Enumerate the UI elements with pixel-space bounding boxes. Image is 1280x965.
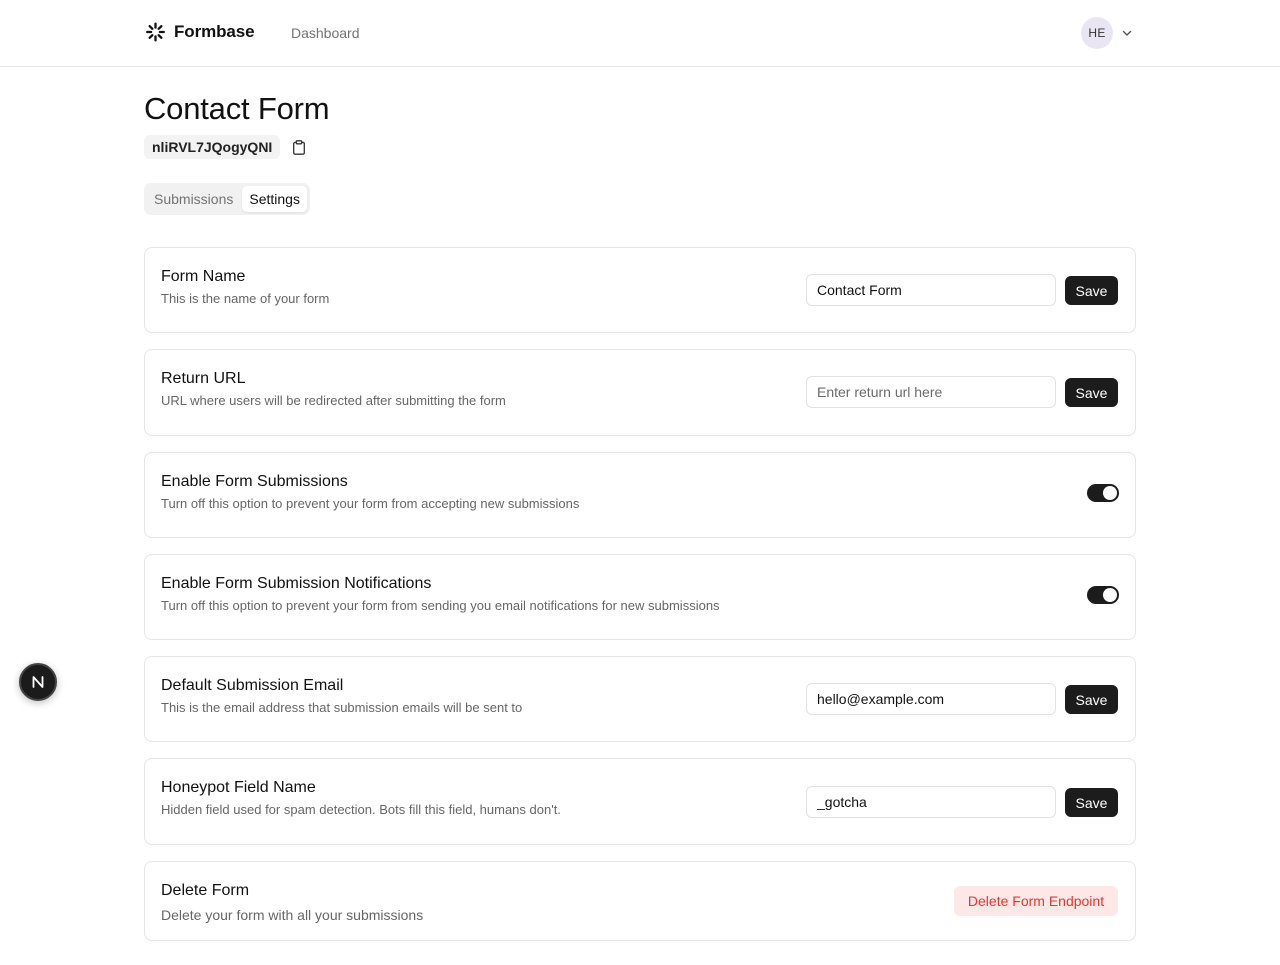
default-email-input[interactable] <box>806 683 1056 715</box>
chevron-down-icon[interactable] <box>1121 27 1133 39</box>
brand[interactable]: Formbase <box>145 21 255 43</box>
enable-notifications-description: Turn off this option to prevent your for… <box>161 598 720 613</box>
tab-list: Submissions Settings <box>144 183 310 215</box>
return-url-description: URL where users will be redirected after… <box>161 393 506 408</box>
delete-form-title: Delete Form <box>161 882 250 899</box>
nav-link-dashboard[interactable]: Dashboard <box>291 25 360 41</box>
return-url-card: Return URL URL where users will be redir… <box>144 349 1136 436</box>
honeypot-title: Honeypot Field Name <box>161 779 316 796</box>
brand-name: Formbase <box>174 22 255 41</box>
toggle-knob <box>1103 486 1117 500</box>
return-url-input[interactable] <box>806 376 1056 408</box>
enable-submissions-title: Enable Form Submissions <box>161 473 348 490</box>
form-name-title: Form Name <box>161 268 246 285</box>
return-url-title: Return URL <box>161 370 246 387</box>
spinner-logo-icon <box>146 22 165 42</box>
default-email-description: This is the email address that submissio… <box>161 700 523 715</box>
delete-form-description: Delete your form with all your submissio… <box>161 907 424 923</box>
honeypot-card: Honeypot Field Name Hidden field used fo… <box>144 758 1136 845</box>
enable-notifications-toggle[interactable] <box>1087 586 1119 604</box>
form-name-save-button[interactable]: Save <box>1065 276 1118 305</box>
default-email-card: Default Submission Email This is the ema… <box>144 656 1136 742</box>
enable-notifications-title: Enable Form Submission Notifications <box>161 575 432 592</box>
form-name-card: Form Name This is the name of your form … <box>144 247 1136 333</box>
form-id-row: nliRVL7JQogyQNI <box>144 135 308 159</box>
copy-form-id-button[interactable] <box>290 138 308 156</box>
dev-tools-badge[interactable] <box>19 663 57 701</box>
default-email-save-button[interactable]: Save <box>1065 685 1118 714</box>
enable-submissions-description: Turn off this option to prevent your for… <box>161 496 580 511</box>
form-id-badge: nliRVL7JQogyQNI <box>144 135 281 159</box>
enable-submissions-card: Enable Form Submissions Turn off this op… <box>144 452 1136 538</box>
top-navigation-bar: Formbase Dashboard HE <box>0 0 1280 67</box>
default-email-title: Default Submission Email <box>161 677 344 694</box>
page-title: Contact Form <box>144 91 330 126</box>
tab-settings[interactable]: Settings <box>242 186 307 212</box>
honeypot-save-button[interactable]: Save <box>1065 788 1118 817</box>
form-name-description: This is the name of your form <box>161 291 330 306</box>
user-menu[interactable]: HE <box>1081 17 1133 49</box>
enable-submissions-toggle[interactable] <box>1087 484 1119 502</box>
avatar[interactable]: HE <box>1081 17 1113 49</box>
delete-form-card: Delete Form Delete your form with all yo… <box>144 861 1136 941</box>
honeypot-input[interactable] <box>806 786 1056 818</box>
honeypot-description: Hidden field used for spam detection. Bo… <box>161 802 561 817</box>
tab-submissions[interactable]: Submissions <box>147 186 240 212</box>
return-url-save-button[interactable]: Save <box>1065 378 1118 407</box>
form-name-input[interactable] <box>806 274 1056 306</box>
enable-notifications-card: Enable Form Submission Notifications Tur… <box>144 554 1136 640</box>
nextjs-logo-icon <box>32 676 44 688</box>
clipboard-icon <box>293 139 306 155</box>
toggle-knob <box>1103 588 1117 602</box>
delete-form-endpoint-button[interactable]: Delete Form Endpoint <box>954 886 1118 916</box>
